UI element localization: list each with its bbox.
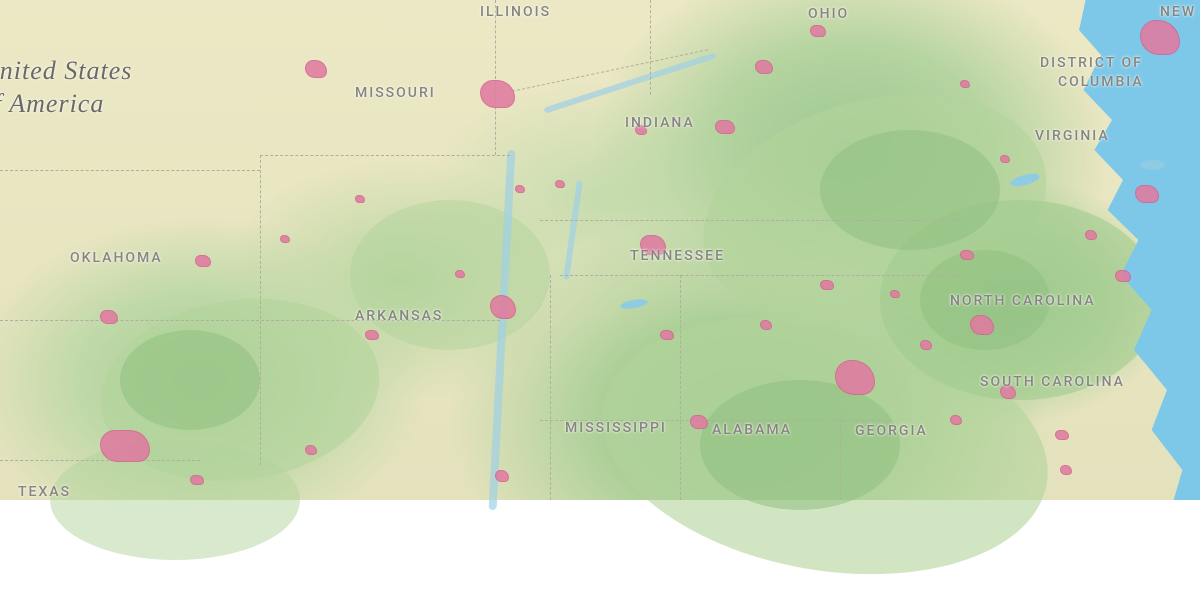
urban-area-columbus-small xyxy=(515,185,525,193)
urban-area-shreveport xyxy=(305,445,317,455)
state-label-indiana: INDIANA xyxy=(625,115,695,131)
urban-area-fayetteville xyxy=(280,235,290,243)
urban-area-huntsville xyxy=(660,330,674,340)
urban-area-okc xyxy=(100,310,118,324)
state-label-missouri: MISSOURI xyxy=(355,85,436,101)
urban-area-winston xyxy=(960,250,974,260)
state-label-south_carolina: SOUTH CAROLINA xyxy=(980,374,1125,390)
country-label: United States of America xyxy=(0,55,132,120)
terrain-elevation xyxy=(820,130,1000,250)
urban-area-charlotte xyxy=(970,315,994,335)
urban-area-charleston-sc xyxy=(1055,430,1069,440)
urban-area-raleigh xyxy=(1115,270,1131,282)
state-label-dc2: COLUMBIA xyxy=(1058,74,1144,90)
urban-area-richmond xyxy=(1135,185,1159,203)
state-label-texas: TEXAS xyxy=(18,484,71,500)
urban-area-wilmington xyxy=(1085,230,1097,240)
urban-area-birmingham xyxy=(690,415,708,429)
state-label-mississippi: MISSISSIPPI xyxy=(565,420,667,436)
urban-area-indianapolis xyxy=(755,60,773,74)
urban-area-charleston-wv xyxy=(960,80,970,88)
country-label-line2: of America xyxy=(0,89,104,118)
urban-area-augusta xyxy=(950,415,962,425)
urban-area-little-rock xyxy=(365,330,379,340)
urban-area-knoxville xyxy=(820,280,834,290)
state-label-dc1: DISTRICT OF xyxy=(1040,55,1143,71)
state-label-virginia: VIRGINIA xyxy=(1035,128,1110,144)
state-label-georgia: GEORGIA xyxy=(855,423,928,439)
urban-area-jonesboro xyxy=(455,270,465,278)
state-label-oklahoma: OKLAHOMA xyxy=(70,250,163,266)
urban-area-cincinnati xyxy=(810,25,826,37)
map-viewport[interactable]: United States of America ILLINOIS OHIO NEW… xyxy=(0,0,1200,500)
country-label-line1: United States xyxy=(0,56,132,85)
state-label-new: NEW xyxy=(1160,4,1196,20)
urban-area-kc xyxy=(305,60,327,78)
terrain-elevation xyxy=(120,330,260,430)
state-label-arkansas: ARKANSAS xyxy=(355,308,443,324)
urban-area-tyler xyxy=(190,475,204,485)
state-label-alabama: ALABAMA xyxy=(712,422,792,438)
urban-area-dfw xyxy=(100,430,150,462)
urban-area-tulsa xyxy=(195,255,211,267)
terrain-forest xyxy=(350,200,550,350)
urban-area-paducah xyxy=(555,180,565,188)
terrain-elevation xyxy=(700,380,900,510)
urban-area-asheville xyxy=(890,290,900,298)
urban-area-louisville xyxy=(715,120,735,134)
urban-area-chattanooga xyxy=(760,320,772,330)
urban-area-greenville xyxy=(920,340,932,350)
terrain-forest xyxy=(50,440,300,560)
state-label-ohio: OHIO xyxy=(808,6,849,22)
urban-area-savannah xyxy=(1060,465,1072,475)
lake xyxy=(1140,160,1165,170)
state-label-tennessee: TENNESSEE xyxy=(630,248,725,264)
urban-area-springfield xyxy=(355,195,365,203)
urban-area-roanoke xyxy=(1000,155,1010,163)
state-label-north_carolina: NORTH CAROLINA xyxy=(950,293,1096,309)
state-label-illinois: ILLINOIS xyxy=(480,4,551,20)
urban-area-jackson-ms xyxy=(495,470,509,482)
